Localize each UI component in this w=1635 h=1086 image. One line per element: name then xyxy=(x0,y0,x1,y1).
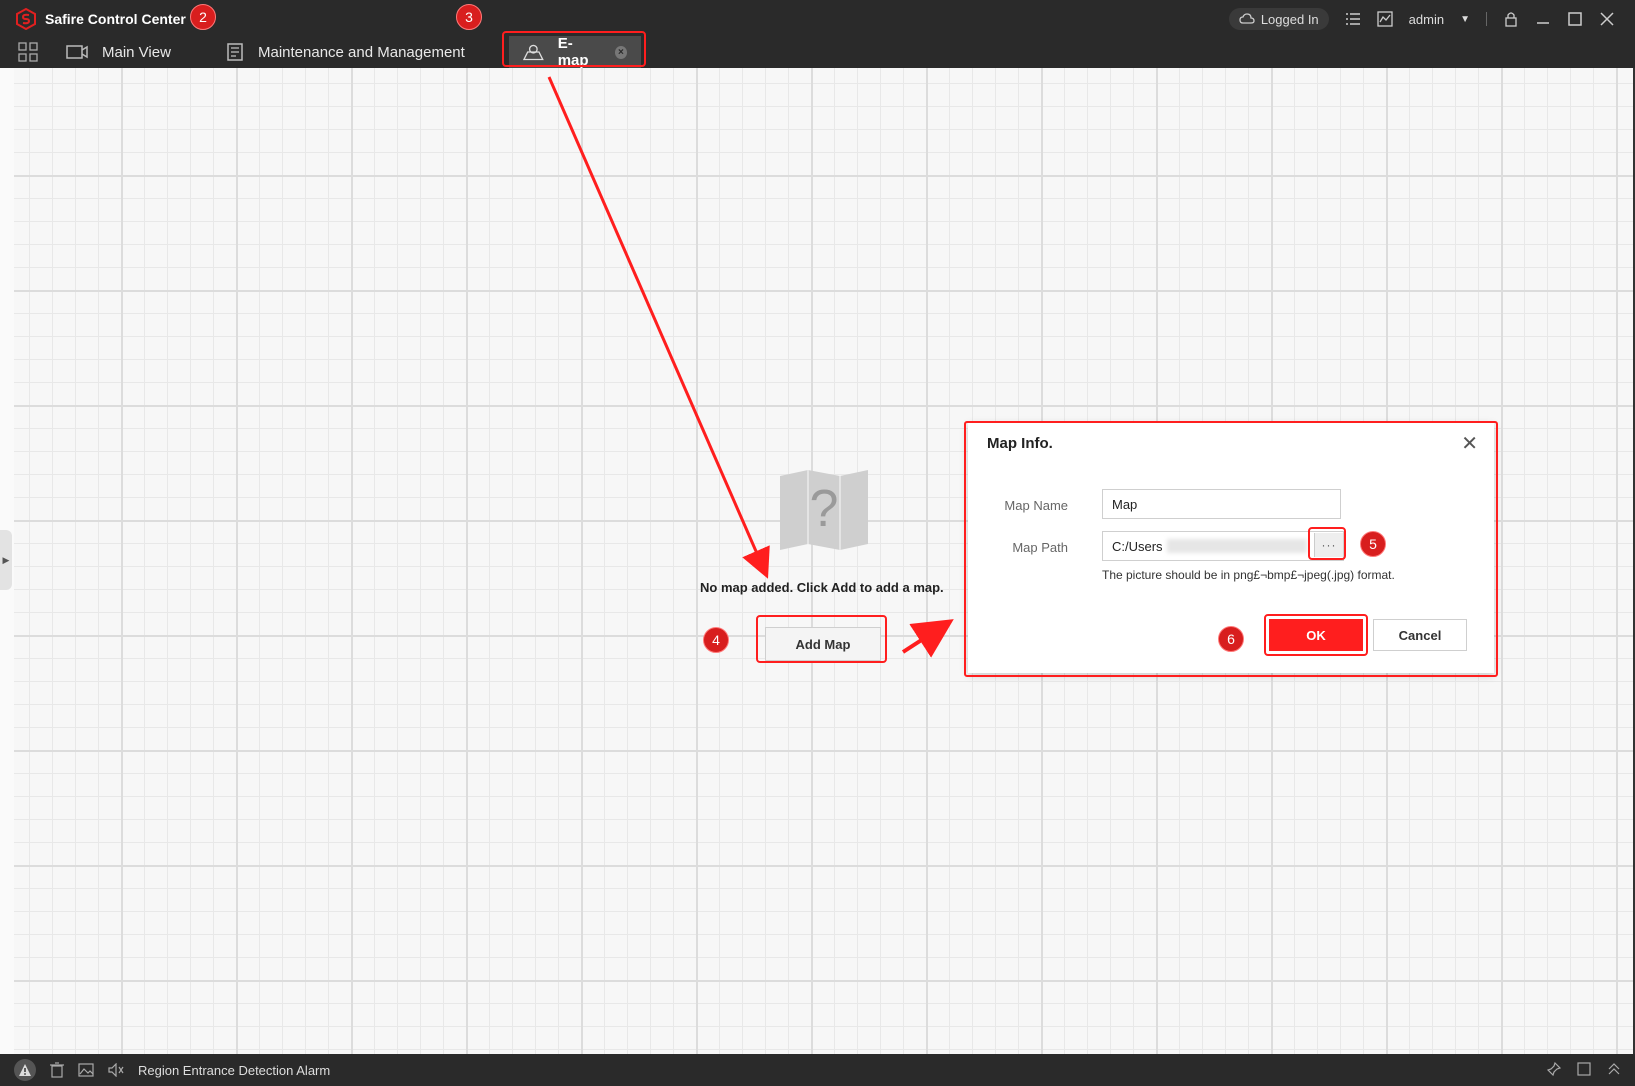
chevron-up-double-icon[interactable] xyxy=(1607,1062,1621,1076)
tab-bar: Main View Maintenance and Management E-m… xyxy=(0,35,1635,69)
step-badge-3: 3 xyxy=(456,4,482,30)
highlight-add-map xyxy=(756,615,887,663)
no-map-icon: ? xyxy=(780,470,868,550)
close-icon[interactable] xyxy=(1599,11,1615,27)
chevron-down-icon[interactable]: ▼ xyxy=(1460,14,1470,25)
alarm-text: Region Entrance Detection Alarm xyxy=(138,1062,331,1078)
trash-icon[interactable] xyxy=(50,1062,64,1078)
monitor-chart-icon[interactable] xyxy=(1377,11,1393,27)
window-controls: Logged In admin ▼ xyxy=(1228,8,1615,30)
chevron-right-icon: ▶ xyxy=(2,554,10,565)
tab-maintenance[interactable]: Maintenance and Management xyxy=(226,36,465,68)
maximize-icon[interactable] xyxy=(1567,11,1583,27)
highlight-dialog xyxy=(964,421,1498,677)
lock-icon[interactable] xyxy=(1503,11,1519,27)
image-icon[interactable] xyxy=(78,1063,94,1077)
divider xyxy=(1486,12,1487,26)
status-bar: Region Entrance Detection Alarm xyxy=(0,1054,1635,1086)
tab-main-view-label: Main View xyxy=(102,43,171,61)
expand-panel-handle[interactable]: ▶ xyxy=(0,530,12,590)
step-badge-2: 2 xyxy=(190,4,216,30)
pin-icon[interactable] xyxy=(1547,1062,1561,1076)
empty-message: No map added. Click Add to add a map. xyxy=(700,580,944,595)
brand: Safire Control Center xyxy=(15,8,186,30)
mute-icon[interactable] xyxy=(108,1063,124,1077)
title-bar: Safire Control Center 2 3 Logged In admi… xyxy=(0,0,1635,69)
restore-icon[interactable] xyxy=(1577,1062,1591,1076)
login-status[interactable]: Logged In xyxy=(1228,8,1329,30)
document-icon xyxy=(227,43,243,61)
highlight-emap-tab xyxy=(502,31,646,67)
camera-icon xyxy=(66,45,88,59)
warning-icon[interactable] xyxy=(14,1059,36,1081)
grid-menu-icon[interactable] xyxy=(18,42,38,62)
step-badge-4: 4 xyxy=(703,627,729,653)
tab-maintenance-label: Maintenance and Management xyxy=(258,43,465,61)
app-logo-icon xyxy=(16,8,36,30)
logged-in-label: Logged In xyxy=(1260,11,1319,27)
list-icon[interactable] xyxy=(1345,11,1361,27)
tab-main-view[interactable]: Main View xyxy=(66,36,171,68)
user-menu[interactable]: admin xyxy=(1409,12,1444,27)
app-title: Safire Control Center xyxy=(45,11,186,27)
cloud-icon xyxy=(1239,13,1255,24)
minimize-icon[interactable] xyxy=(1535,11,1551,27)
svg-text:?: ? xyxy=(810,480,839,538)
